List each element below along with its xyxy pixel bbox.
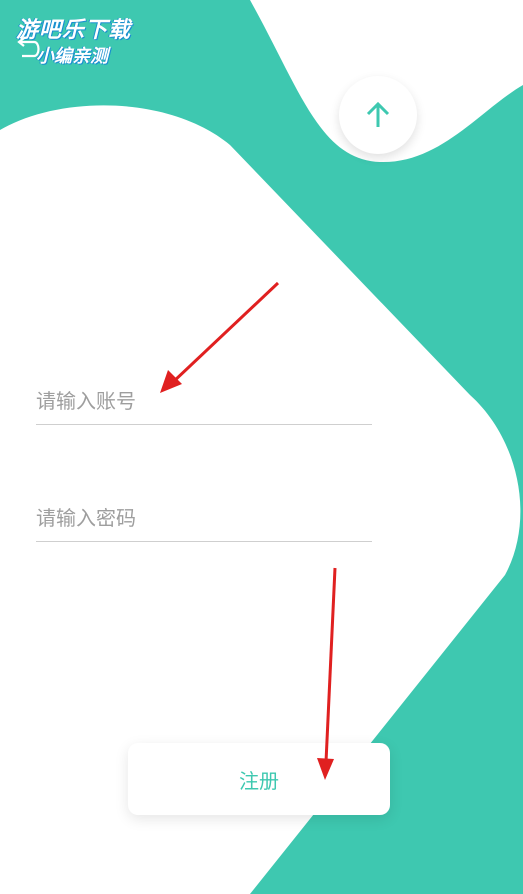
account-field[interactable] [36, 378, 372, 425]
back-arrow-icon[interactable] [14, 36, 44, 62]
register-button[interactable]: 注册 [128, 743, 390, 815]
password-input[interactable] [36, 503, 372, 533]
password-field[interactable] [36, 495, 372, 542]
scroll-up-button[interactable] [339, 76, 417, 154]
arrow-up-icon [366, 101, 390, 127]
page-title: 注册 [360, 34, 400, 58]
watermark-line2: 小编亲测 [36, 46, 108, 67]
account-input[interactable] [36, 386, 372, 416]
